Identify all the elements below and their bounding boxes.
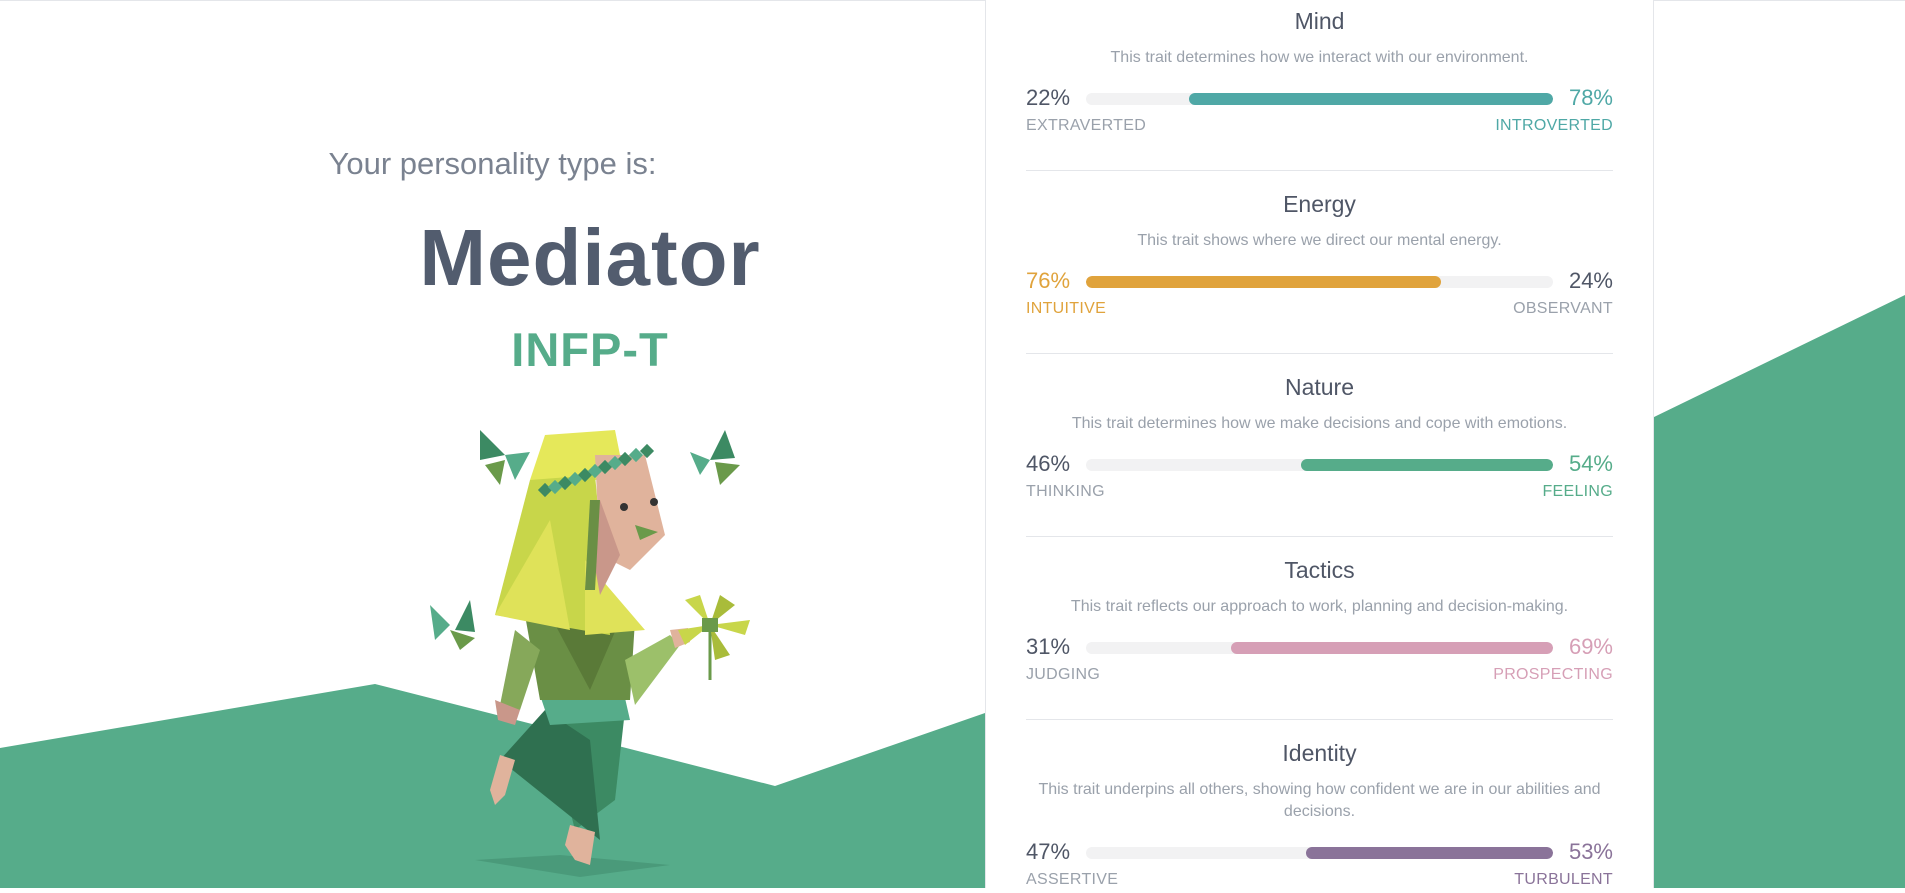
- trait-description: This trait determines how we make decisi…: [1071, 415, 1568, 432]
- divider: [1026, 170, 1613, 171]
- intro-text: Your personality type is:: [328, 146, 657, 181]
- trait-labels: ASSERTIVE TURBULENT: [1026, 871, 1613, 893]
- trait-description: This trait determines how we interact wi…: [1110, 49, 1529, 66]
- trait-title: Identity: [1282, 740, 1357, 766]
- left-label: JUDGING: [1026, 666, 1101, 683]
- trait-title: Nature: [1284, 374, 1355, 400]
- left-label: EXTRAVERTED: [1026, 117, 1147, 134]
- butterfly-icon: [690, 430, 740, 485]
- trait-bar-fill: [1086, 276, 1441, 288]
- trait-bar-track: [1086, 276, 1553, 288]
- left-label: INTUITIVE: [1026, 300, 1107, 317]
- butterfly-icon: [480, 430, 530, 485]
- trait-description: This trait reflects our approach to work…: [1070, 598, 1569, 615]
- right-percent: 54%: [1568, 451, 1613, 476]
- left-percent: 22%: [1026, 85, 1071, 110]
- trait-labels: EXTRAVERTED INTROVERTED: [1026, 117, 1613, 139]
- trait-bar-row: 22% 78%: [1026, 83, 1613, 113]
- trait-labels: JUDGING PROSPECTING: [1026, 666, 1613, 688]
- right-percent: 53%: [1568, 839, 1613, 864]
- trait-tactics: Tactics This trait reflects our approach…: [1026, 557, 1613, 688]
- right-percent: 78%: [1568, 85, 1613, 110]
- trait-bar-row: 76% 24%: [1026, 266, 1613, 296]
- trait-bar-fill: [1305, 847, 1553, 859]
- divider: [1026, 353, 1613, 354]
- left-percent: 76%: [1026, 268, 1071, 293]
- trait-mind: Mind This trait determines how we intera…: [1026, 8, 1613, 139]
- right-label: FEELING: [1542, 483, 1613, 500]
- right-percent: 69%: [1568, 634, 1613, 659]
- butterfly-icon: [430, 600, 475, 650]
- trait-description: This trait underpins all others, showing…: [1038, 781, 1601, 820]
- left-percent: 31%: [1026, 634, 1071, 659]
- trait-identity: Identity This trait underpins all others…: [1026, 740, 1613, 893]
- mediator-character-icon: [430, 430, 750, 877]
- trait-labels: INTUITIVE OBSERVANT: [1026, 300, 1613, 322]
- trait-title: Mind: [1294, 8, 1345, 34]
- trait-bar-fill: [1188, 93, 1553, 105]
- divider: [1026, 719, 1613, 720]
- left-percent: 47%: [1026, 839, 1071, 864]
- left-percent: 46%: [1026, 451, 1071, 476]
- trait-bar-fill: [1300, 459, 1553, 471]
- left-label: ASSERTIVE: [1026, 871, 1119, 888]
- right-label: TURBULENT: [1514, 871, 1613, 888]
- trait-energy: Energy This trait shows where we direct …: [1026, 191, 1613, 322]
- left-label: THINKING: [1026, 483, 1105, 500]
- trait-description: This trait shows where we direct our men…: [1137, 232, 1502, 249]
- trait-labels: THINKING FEELING: [1026, 483, 1613, 505]
- trait-bar-track: [1086, 459, 1553, 471]
- trait-nature: Nature This trait determines how we make…: [1026, 374, 1613, 505]
- traits-panel: Mind This trait determines how we intera…: [985, 0, 1654, 888]
- right-label: INTROVERTED: [1495, 117, 1613, 134]
- right-percent: 24%: [1568, 268, 1613, 293]
- trait-title: Tactics: [1284, 557, 1355, 583]
- trait-bar-track: [1086, 847, 1553, 859]
- trait-bar-row: 46% 54%: [1026, 449, 1613, 479]
- trait-title: Energy: [1283, 191, 1356, 217]
- trait-bar-fill: [1230, 642, 1553, 654]
- trait-bar-track: [1086, 93, 1553, 105]
- trait-bar-row: 31% 69%: [1026, 632, 1613, 662]
- trait-bar-track: [1086, 642, 1553, 654]
- divider: [1026, 536, 1613, 537]
- right-hill: [1652, 295, 1905, 888]
- type-summary: Your personality type is: Mediator INFP-…: [0, 0, 985, 888]
- right-label: PROSPECTING: [1493, 666, 1613, 683]
- trait-bar-row: 47% 53%: [1026, 837, 1613, 867]
- right-label: OBSERVANT: [1513, 300, 1613, 317]
